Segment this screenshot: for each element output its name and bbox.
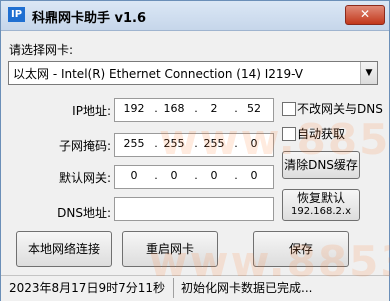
- status-datetime: 2023年8月17日9时7分11秒: [9, 281, 165, 295]
- subnet-mask-input[interactable]: 255 . 255 . 255 . 0: [114, 133, 274, 157]
- no-change-gateway-dns-label[interactable]: 不改网关与DNS: [297, 100, 383, 117]
- mask-octet-1[interactable]: 255: [119, 137, 149, 150]
- close-button[interactable]: ✕: [345, 5, 385, 25]
- ip-octet-2[interactable]: 168: [159, 102, 189, 115]
- adapter-selected-value: 以太网 - Intel(R) Ethernet Connection (14) …: [13, 67, 303, 81]
- mask-octet-2[interactable]: 255: [159, 137, 189, 150]
- window-title: 科鼎网卡助手 v1.6: [32, 11, 147, 26]
- clear-dns-cache-button[interactable]: 清除DNS缓存: [282, 151, 360, 179]
- local-network-connections-button[interactable]: 本地网络连接: [16, 231, 112, 267]
- restore-default-button[interactable]: 恢复默认 192.168.2.x: [282, 189, 360, 221]
- gateway-octet-3[interactable]: 0: [199, 169, 229, 182]
- restore-default-label: 恢复默认: [296, 191, 345, 205]
- gateway-label: 默认网关:: [58, 171, 111, 185]
- mask-octet-4[interactable]: 0: [239, 137, 269, 150]
- gateway-input[interactable]: 0 . 0 . 0 . 0: [114, 165, 274, 189]
- dns-label: DNS地址:: [57, 206, 111, 220]
- restore-default-ip: 192.168.2.x: [291, 206, 351, 217]
- restart-nic-button[interactable]: 重启网卡: [122, 231, 218, 267]
- status-bar: 2023年8月17日9时7分11秒 初始化网卡数据已完成...: [1, 275, 389, 301]
- chevron-down-icon[interactable]: ▼: [360, 62, 377, 84]
- ip-octet-3[interactable]: 2: [199, 102, 229, 115]
- adapter-label: 请选择网卡:: [9, 43, 74, 57]
- app-window: IP 科鼎网卡助手 v1.6 ✕ 请选择网卡: 以太网 - Intel(R) E…: [0, 0, 390, 301]
- adapter-select[interactable]: 以太网 - Intel(R) Ethernet Connection (14) …: [8, 61, 378, 85]
- status-message: 初始化网卡数据已完成...: [181, 281, 313, 295]
- ip-octet-4[interactable]: 52: [239, 102, 269, 115]
- auto-obtain-checkbox[interactable]: [282, 127, 296, 141]
- gateway-octet-1[interactable]: 0: [119, 169, 149, 182]
- subnet-mask-label: 子网掩码:: [58, 139, 111, 153]
- dns-input[interactable]: [114, 197, 274, 221]
- no-change-gateway-dns-checkbox[interactable]: [282, 102, 296, 116]
- save-button[interactable]: 保存: [253, 231, 349, 267]
- mask-octet-3[interactable]: 255: [199, 137, 229, 150]
- gateway-octet-2[interactable]: 0: [159, 169, 189, 182]
- ip-address-input[interactable]: 192 . 168 . 2 . 52: [114, 98, 274, 122]
- ip-octet-1[interactable]: 192: [119, 102, 149, 115]
- ip-label: IP地址:: [72, 104, 111, 118]
- status-divider: [173, 278, 174, 298]
- gateway-octet-4[interactable]: 0: [239, 169, 269, 182]
- auto-obtain-label[interactable]: 自动获取: [297, 125, 345, 142]
- app-icon: IP: [8, 7, 25, 22]
- title-bar[interactable]: IP 科鼎网卡助手 v1.6 ✕: [1, 1, 389, 31]
